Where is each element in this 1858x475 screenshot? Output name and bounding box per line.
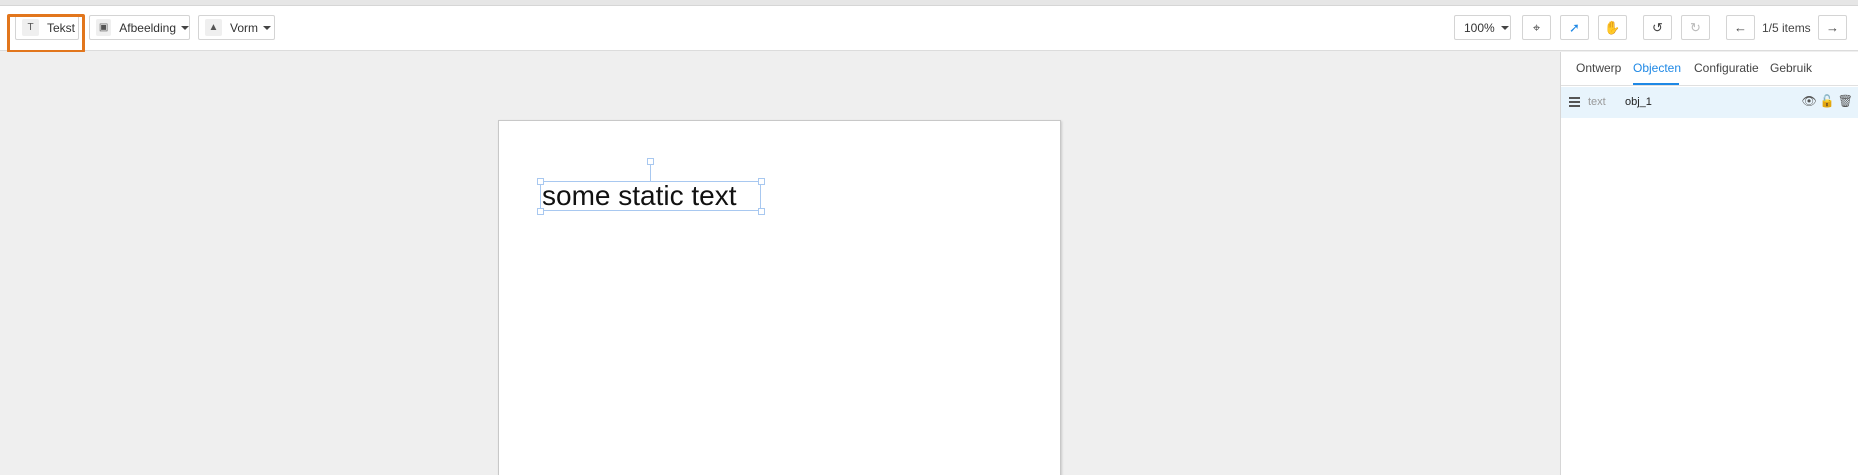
resize-handle-top-left[interactable] xyxy=(537,178,544,185)
crosshair-icon: ⌖ xyxy=(1532,19,1541,35)
add-shape-label: Vorm xyxy=(230,20,259,35)
add-shape-button[interactable]: ▲ Vorm xyxy=(198,15,275,40)
next-item-button[interactable]: → xyxy=(1818,15,1847,40)
undo-icon: ↺ xyxy=(1652,19,1663,35)
chevron-down-icon xyxy=(1500,25,1509,30)
zoom-value: 100% xyxy=(1464,20,1495,35)
text-object[interactable]: some static text xyxy=(540,181,761,211)
center-button[interactable]: ⌖ xyxy=(1522,15,1551,40)
object-type: text xyxy=(1588,96,1606,108)
unlock-icon[interactable]: 🔓 xyxy=(1820,94,1835,108)
tab-objecten[interactable]: Objecten xyxy=(1633,61,1681,75)
rotation-line xyxy=(650,163,651,181)
tab-gebruik[interactable]: Gebruik xyxy=(1770,61,1812,75)
toolbar: T Tekst ▣ Afbeelding ▲ Vorm 100% ⌖ ➚ ✋ ↺… xyxy=(0,6,1858,53)
chevron-down-icon xyxy=(181,25,189,30)
object-actions: 👁 🔓 🗑 xyxy=(1802,94,1853,108)
trash-icon[interactable]: 🗑 xyxy=(1838,94,1853,108)
hand-icon: ✋ xyxy=(1604,19,1621,35)
active-tab-indicator xyxy=(1633,83,1679,85)
shape-icon: ▲ xyxy=(205,19,222,36)
add-image-label: Afbeelding xyxy=(119,20,176,35)
image-icon: ▣ xyxy=(96,19,112,36)
highlight-box xyxy=(7,14,85,53)
resize-handle-top-right[interactable] xyxy=(758,178,765,185)
chevron-down-icon xyxy=(263,25,272,30)
eye-icon[interactable]: 👁 xyxy=(1802,94,1817,108)
redo-button[interactable]: ↻ xyxy=(1681,15,1710,40)
arrow-left-icon: ← xyxy=(1734,20,1747,35)
select-tool-button[interactable]: ➚ xyxy=(1560,15,1589,40)
rotate-handle[interactable] xyxy=(647,158,654,165)
design-canvas[interactable]: some static text xyxy=(0,52,1560,475)
pan-tool-button[interactable]: ✋ xyxy=(1598,15,1627,40)
arrow-right-icon: → xyxy=(1826,20,1839,35)
object-row[interactable]: text obj_1 👁 🔓 🗑 xyxy=(1561,87,1858,118)
drag-handle-icon[interactable] xyxy=(1569,97,1580,109)
pointer-icon: ➚ xyxy=(1569,19,1580,35)
zoom-select[interactable]: 100% xyxy=(1454,15,1511,40)
add-image-button[interactable]: ▣ Afbeelding xyxy=(89,15,190,40)
tab-configuratie[interactable]: Configuratie xyxy=(1694,61,1759,75)
item-counter: 1/5 items xyxy=(1762,21,1811,35)
resize-handle-bottom-right[interactable] xyxy=(758,208,765,215)
redo-icon: ↻ xyxy=(1690,19,1701,35)
tab-ontwerp[interactable]: Ontwerp xyxy=(1576,61,1621,75)
object-name: obj_1 xyxy=(1625,96,1652,108)
previous-item-button[interactable]: ← xyxy=(1726,15,1755,40)
resize-handle-bottom-left[interactable] xyxy=(537,208,544,215)
undo-button[interactable]: ↺ xyxy=(1643,15,1672,40)
page-artboard[interactable]: some static text xyxy=(498,120,1061,475)
panel-tabs: Ontwerp Objecten Configuratie Gebruik xyxy=(1561,52,1858,86)
side-panel: Ontwerp Objecten Configuratie Gebruik te… xyxy=(1560,52,1858,475)
